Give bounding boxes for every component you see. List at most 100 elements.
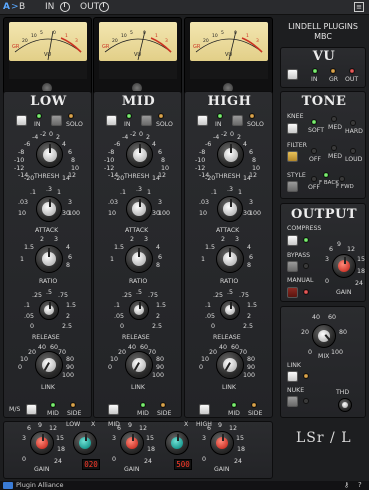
ratio-scale-label: 4: [247, 244, 252, 251]
band-solo-button[interactable]: [232, 115, 243, 126]
link-knob[interactable]: [216, 351, 244, 379]
link-scale-label: 40: [38, 344, 47, 351]
gain-scale-label: 0: [112, 456, 117, 463]
style-ffwd-led[interactable]: [339, 176, 345, 182]
mid-high-crossover-knob[interactable]: [165, 431, 189, 455]
manual-button[interactable]: [287, 287, 298, 298]
knee-hard-led[interactable]: [350, 120, 356, 126]
ms-button[interactable]: [26, 404, 37, 415]
release-knob[interactable]: [39, 300, 59, 320]
nuke-button[interactable]: [287, 396, 298, 407]
thresh-scale-label: 2: [56, 134, 61, 141]
style-fback-led[interactable]: [323, 172, 329, 178]
svg-text:10: 10: [31, 33, 37, 39]
output-gain-knob[interactable]: [99, 2, 109, 12]
filter-loud-led[interactable]: [350, 148, 356, 154]
band-panel-low: LOW IN SOLO -4 -2 0 2 -6 4 -8 6 -10 8 -12 10 -14 12 -20 14…: [3, 91, 92, 418]
attack-knob[interactable]: [36, 196, 62, 222]
thresh-scale-label: 10: [71, 165, 80, 172]
link-scale-label: 90: [66, 364, 75, 371]
output-gain-label: GAIN: [336, 289, 352, 296]
band-solo-button[interactable]: [141, 115, 152, 126]
vu-in-label: IN: [311, 76, 318, 83]
release-knob[interactable]: [220, 300, 240, 320]
svg-text:1: 1: [65, 33, 68, 39]
attack-scale-label: .3: [46, 186, 53, 193]
svg-text:VU: VU: [225, 52, 232, 58]
attack-scale-label: 1: [238, 189, 243, 196]
ab-b-button[interactable]: B: [19, 2, 25, 12]
low-gain-knob[interactable]: [30, 431, 54, 455]
filter-off-led[interactable]: [311, 148, 317, 154]
thresh-knob[interactable]: [126, 141, 153, 168]
attack-scale-label: 10: [18, 210, 27, 217]
vu-gr-led[interactable]: [330, 68, 336, 74]
style-off-led[interactable]: [311, 176, 317, 182]
band-bypass-button[interactable]: [16, 115, 27, 126]
thd-label: THD: [336, 389, 350, 396]
high-crossover-display[interactable]: 500: [174, 459, 192, 470]
ab-a-button[interactable]: A: [3, 2, 10, 12]
footer-help-button[interactable]: ?: [358, 481, 362, 489]
output-gain-knob[interactable]: [332, 254, 356, 278]
release-scale-label: .1: [114, 302, 121, 309]
svg-text:GR: GR: [193, 44, 201, 50]
filter-button[interactable]: [287, 151, 298, 162]
tone-panel: TONE KNEE SOFT MED HARD FILTER OFF MED L…: [280, 91, 366, 199]
knee-button[interactable]: [287, 123, 298, 134]
thresh-scale-label: -12: [195, 165, 206, 172]
band-solo-button[interactable]: [51, 115, 62, 126]
attack-knob[interactable]: [126, 196, 152, 222]
attack-scale-label: .03: [18, 199, 29, 206]
ms-button[interactable]: [199, 404, 210, 415]
menu-icon[interactable]: ≡: [354, 2, 364, 12]
thresh-knob[interactable]: [36, 141, 63, 168]
compress-button[interactable]: [287, 235, 298, 246]
band-bypass-button[interactable]: [106, 115, 117, 126]
input-gain-knob[interactable]: [60, 2, 70, 12]
vu-in-led[interactable]: [312, 68, 318, 74]
mid-gain-knob[interactable]: [120, 431, 144, 455]
ratio-knob[interactable]: [216, 245, 244, 273]
low-mid-crossover-knob[interactable]: [73, 431, 97, 455]
link-scale-label: 20: [118, 349, 127, 356]
release-scale-label: 2: [156, 313, 161, 320]
link-button[interactable]: [287, 371, 298, 382]
vu-out-label: OUT: [345, 76, 359, 83]
gain-scale-label: 6: [27, 425, 32, 432]
knee-med-led[interactable]: [331, 116, 337, 122]
gain-scale-label: 9: [38, 422, 43, 429]
knee-soft-label: SOFT: [308, 127, 325, 134]
band-bypass-button[interactable]: [197, 115, 208, 126]
thresh-scale-label: -4: [213, 134, 220, 141]
filter-med-led[interactable]: [331, 145, 337, 151]
thd-knob[interactable]: [338, 398, 352, 412]
thresh-scale-label: 14: [62, 175, 71, 182]
release-knob[interactable]: [129, 300, 149, 320]
bypass-button[interactable]: [287, 261, 298, 272]
ratio-knob[interactable]: [125, 245, 153, 273]
footer-brand: Plugin Alliance: [16, 481, 64, 489]
ms-button[interactable]: [108, 404, 119, 415]
attack-knob[interactable]: [217, 196, 243, 222]
link-knob[interactable]: [35, 351, 63, 379]
gain-scale-label: 15: [146, 435, 155, 442]
release-scale-label: 1.5: [156, 302, 167, 309]
vu-mode-button[interactable]: [287, 69, 298, 80]
link-knob[interactable]: [125, 351, 153, 379]
style-button[interactable]: [287, 181, 298, 192]
knee-soft-led[interactable]: [311, 119, 317, 125]
high-gain-knob[interactable]: [210, 431, 234, 455]
ratio-knob[interactable]: [35, 245, 63, 273]
key-icon[interactable]: ⚷: [344, 481, 349, 489]
low-crossover-display[interactable]: 020: [82, 459, 100, 470]
gain-scale-label: 9: [128, 422, 133, 429]
thresh-scale-label: 0: [139, 131, 144, 138]
thresh-knob[interactable]: [217, 141, 244, 168]
ratio-label: RATIO: [39, 278, 58, 285]
lindell-logo: LSr / L: [296, 430, 352, 446]
thresh-scale-label: -8: [199, 149, 206, 156]
vu-out-led[interactable]: [349, 68, 355, 74]
mix-knob[interactable]: [312, 324, 336, 348]
ab-copy-arrow[interactable]: >: [11, 2, 19, 12]
